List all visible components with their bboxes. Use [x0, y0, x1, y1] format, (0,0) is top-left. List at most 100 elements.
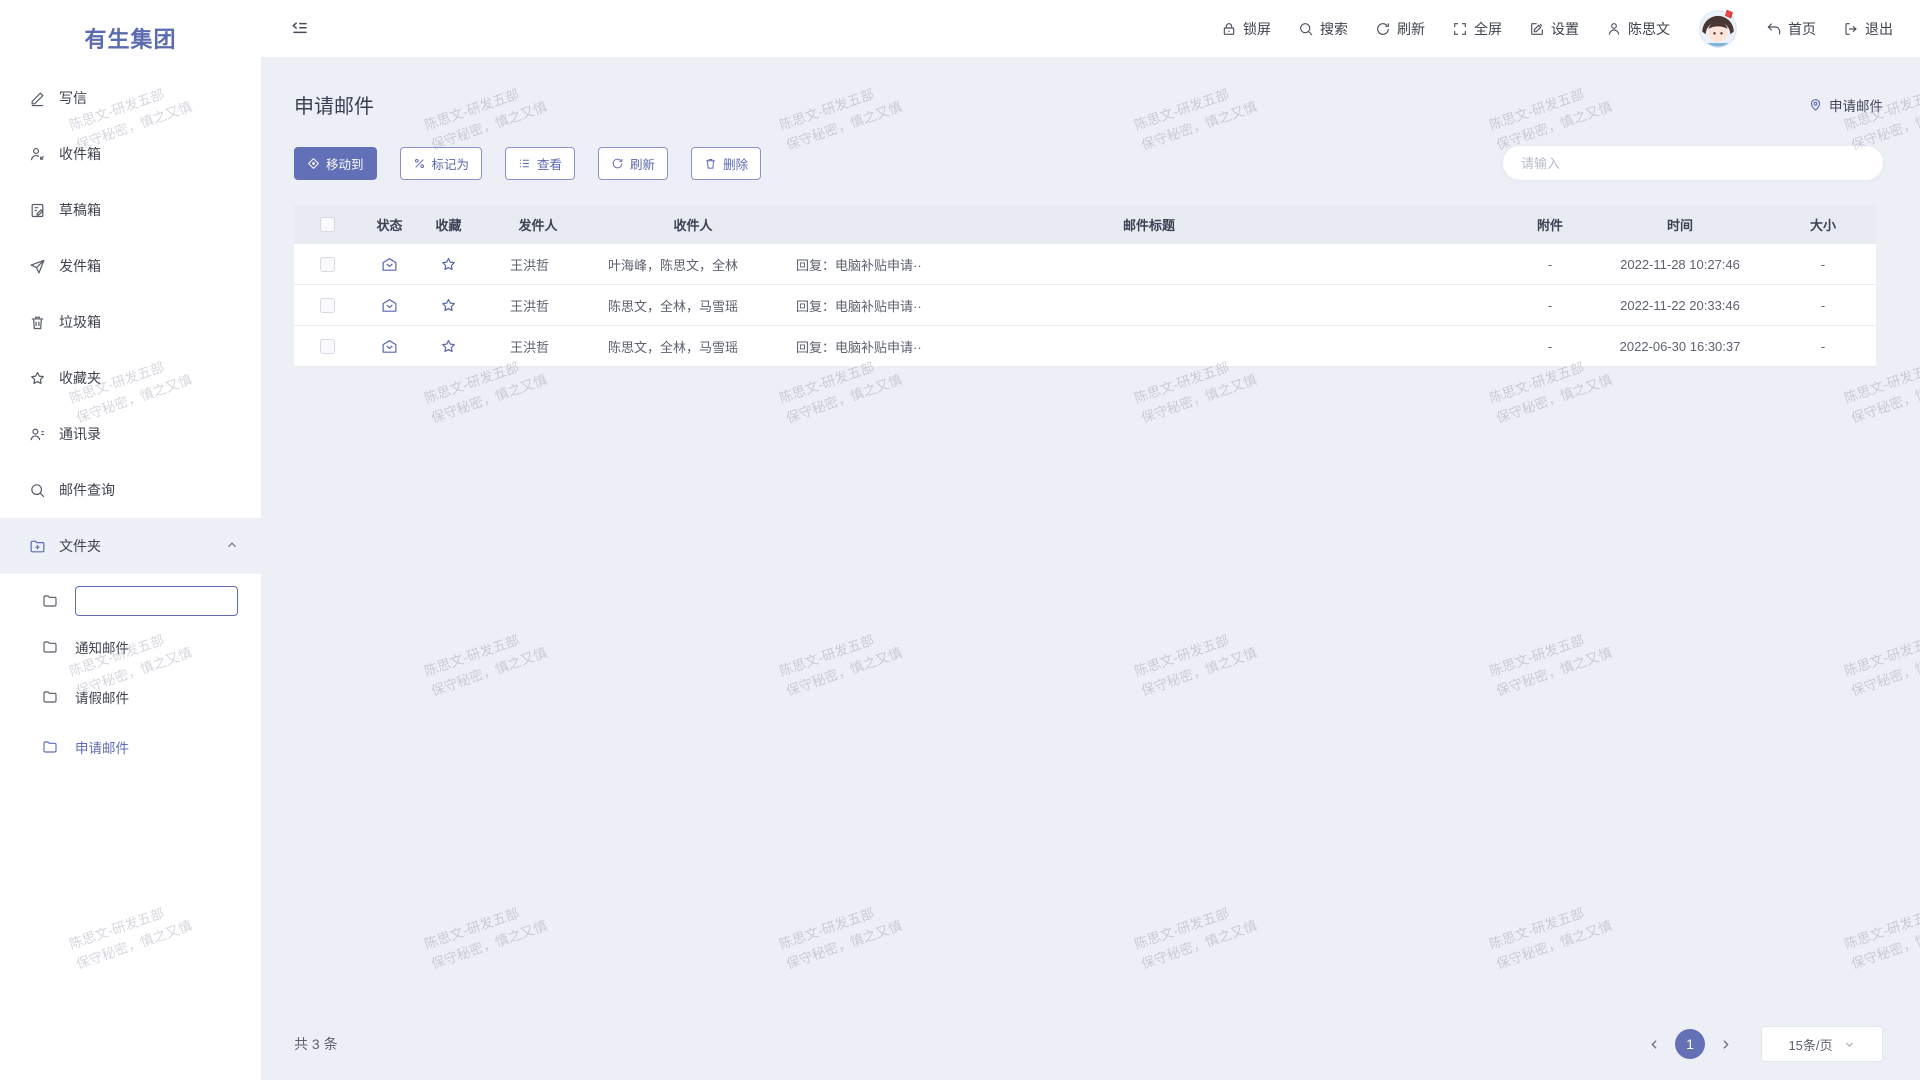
list-icon [518, 157, 531, 170]
col-recipients: 收件人 [598, 215, 788, 234]
attachment-cell: - [1510, 298, 1590, 313]
collapse-sidebar-icon[interactable] [290, 19, 310, 39]
logout-button[interactable]: 退出 [1843, 19, 1893, 39]
refresh-list-button[interactable]: 刷新 [598, 147, 668, 180]
folder-item-application[interactable]: 申请邮件 [0, 722, 261, 772]
sidebar: 有生集团 写信 收件箱 草稿箱 发件箱 垃圾箱 收藏夹 通讯录 [0, 0, 261, 1080]
size-cell: - [1770, 298, 1876, 313]
sidebar-item-label: 收件箱 [59, 144, 101, 164]
toolbar: 移动到 标记为 查看 刷新 删除 [294, 146, 1883, 180]
sidebar-item-label: 邮件查询 [59, 480, 115, 500]
mail-read-icon [381, 256, 398, 273]
breadcrumb[interactable]: 申请邮件 [1808, 95, 1883, 115]
favorite-star-icon[interactable] [440, 256, 457, 273]
view-button[interactable]: 查看 [505, 147, 575, 180]
prev-page-icon[interactable] [1648, 1038, 1661, 1051]
row-status-cell [360, 256, 419, 273]
trash-icon [704, 157, 717, 170]
refresh-button[interactable]: 刷新 [1375, 19, 1425, 39]
row-checkbox[interactable] [320, 298, 335, 313]
next-page-icon[interactable] [1719, 1038, 1732, 1051]
favorite-star-icon[interactable] [440, 338, 457, 355]
move-to-label: 移动到 [326, 154, 364, 173]
col-size: 大小 [1770, 215, 1876, 234]
attachment-cell: - [1510, 339, 1590, 354]
move-to-button[interactable]: 移动到 [294, 147, 377, 180]
folder-item-label: 通知邮件 [75, 637, 129, 657]
sidebar-item-sent[interactable]: 发件箱 [0, 238, 261, 294]
row-favorite-cell [419, 338, 478, 355]
user-menu[interactable]: 陈思文 [1606, 19, 1670, 39]
view-label: 查看 [537, 154, 562, 173]
content-header: 申请邮件 申请邮件 [294, 90, 1883, 119]
row-status-cell [360, 297, 419, 314]
folder-icon [42, 593, 58, 609]
refresh-list-label: 刷新 [630, 154, 655, 173]
sidebar-item-label: 发件箱 [59, 256, 101, 276]
sidebar-item-trash[interactable]: 垃圾箱 [0, 294, 261, 350]
sidebar-item-mail-search[interactable]: 邮件查询 [0, 462, 261, 518]
breadcrumb-label: 申请邮件 [1829, 95, 1883, 115]
mark-as-label: 标记为 [432, 154, 470, 173]
sidebar-item-favorites[interactable]: 收藏夹 [0, 350, 261, 406]
table-body: 王洪哲 叶海峰，陈思文，全林 回复：电脑补贴申请·· - 2022-11-28 … [294, 244, 1876, 367]
mark-as-button[interactable]: 标记为 [400, 147, 483, 180]
mail-row[interactable]: 王洪哲 叶海峰，陈思文，全林 回复：电脑补贴申请·· - 2022-11-28 … [294, 244, 1876, 285]
app-logo: 有生集团 [0, 22, 261, 54]
lock-icon [1221, 21, 1237, 37]
refresh-icon [1375, 21, 1391, 37]
row-favorite-cell [419, 256, 478, 273]
table-header-row: 状态 收藏 发件人 收件人 邮件标题 附件 时间 大小 [294, 205, 1876, 244]
favorite-star-icon[interactable] [440, 297, 457, 314]
logout-icon [1843, 21, 1859, 37]
total-count-label: 共 3 条 [294, 1034, 338, 1054]
sidebar-item-label: 垃圾箱 [59, 312, 101, 332]
sidebar-item-compose[interactable]: 写信 [0, 70, 261, 126]
page-size-label: 15条/页 [1788, 1035, 1832, 1054]
move-icon [307, 157, 320, 170]
mail-row[interactable]: 王洪哲 陈思文，全林，马雪瑶 回复：电脑补贴申请·· - 2022-06-30 … [294, 326, 1876, 367]
subject-cell[interactable]: 回复：电脑补贴申请·· [788, 255, 1510, 274]
col-status: 状态 [360, 215, 419, 234]
global-search-button[interactable]: 搜索 [1298, 19, 1348, 39]
time-cell: 2022-11-22 20:33:46 [1590, 298, 1770, 313]
mail-row[interactable]: 王洪哲 陈思文，全林，马雪瑶 回复：电脑补贴申请·· - 2022-11-22 … [294, 285, 1876, 326]
folder-item-notice[interactable]: 通知邮件 [0, 622, 261, 672]
delete-button[interactable]: 删除 [691, 147, 761, 180]
recipients-cell: 陈思文，全林，马雪瑶 [598, 337, 788, 356]
mail-search-input[interactable] [1503, 146, 1883, 180]
row-select-cell [294, 298, 360, 313]
star-icon [29, 370, 46, 387]
row-checkbox[interactable] [320, 339, 335, 354]
topbar: 锁屏 搜索 刷新 全屏 设置 陈思文 [261, 0, 1920, 57]
chevron-down-icon [1843, 1038, 1856, 1051]
sidebar-item-contacts[interactable]: 通讯录 [0, 406, 261, 462]
page-size-select[interactable]: 15条/页 [1761, 1026, 1883, 1062]
subject-cell[interactable]: 回复：电脑补贴申请·· [788, 337, 1510, 356]
home-button[interactable]: 首页 [1766, 19, 1816, 39]
settings-button[interactable]: 设置 [1529, 19, 1579, 39]
size-cell: - [1770, 339, 1876, 354]
row-checkbox[interactable] [320, 257, 335, 272]
chevron-up-icon[interactable] [225, 538, 239, 552]
global-search-label: 搜索 [1320, 19, 1348, 39]
sidebar-item-drafts[interactable]: 草稿箱 [0, 182, 261, 238]
new-folder-input[interactable] [75, 586, 238, 616]
sidebar-item-inbox[interactable]: 收件箱 [0, 126, 261, 182]
sidebar-item-label: 写信 [59, 88, 87, 108]
col-time: 时间 [1590, 215, 1770, 234]
mail-table: 状态 收藏 发件人 收件人 邮件标题 附件 时间 大小 王洪哲 [294, 205, 1876, 367]
folder-item-leave[interactable]: 请假邮件 [0, 672, 261, 722]
subject-cell[interactable]: 回复：电脑补贴申请·· [788, 296, 1510, 315]
folder-icon [42, 639, 58, 655]
page-title: 申请邮件 [294, 90, 374, 119]
sidebar-item-label: 收藏夹 [59, 368, 101, 388]
page-number-button[interactable]: 1 [1675, 1029, 1705, 1059]
folder-item-label: 请假邮件 [75, 687, 129, 707]
sidebar-item-folders[interactable]: 文件夹 [0, 518, 261, 574]
mail-read-icon [381, 338, 398, 355]
lock-screen-button[interactable]: 锁屏 [1221, 19, 1271, 39]
select-all-checkbox[interactable] [320, 217, 335, 232]
fullscreen-button[interactable]: 全屏 [1452, 19, 1502, 39]
user-avatar[interactable] [1697, 8, 1739, 50]
